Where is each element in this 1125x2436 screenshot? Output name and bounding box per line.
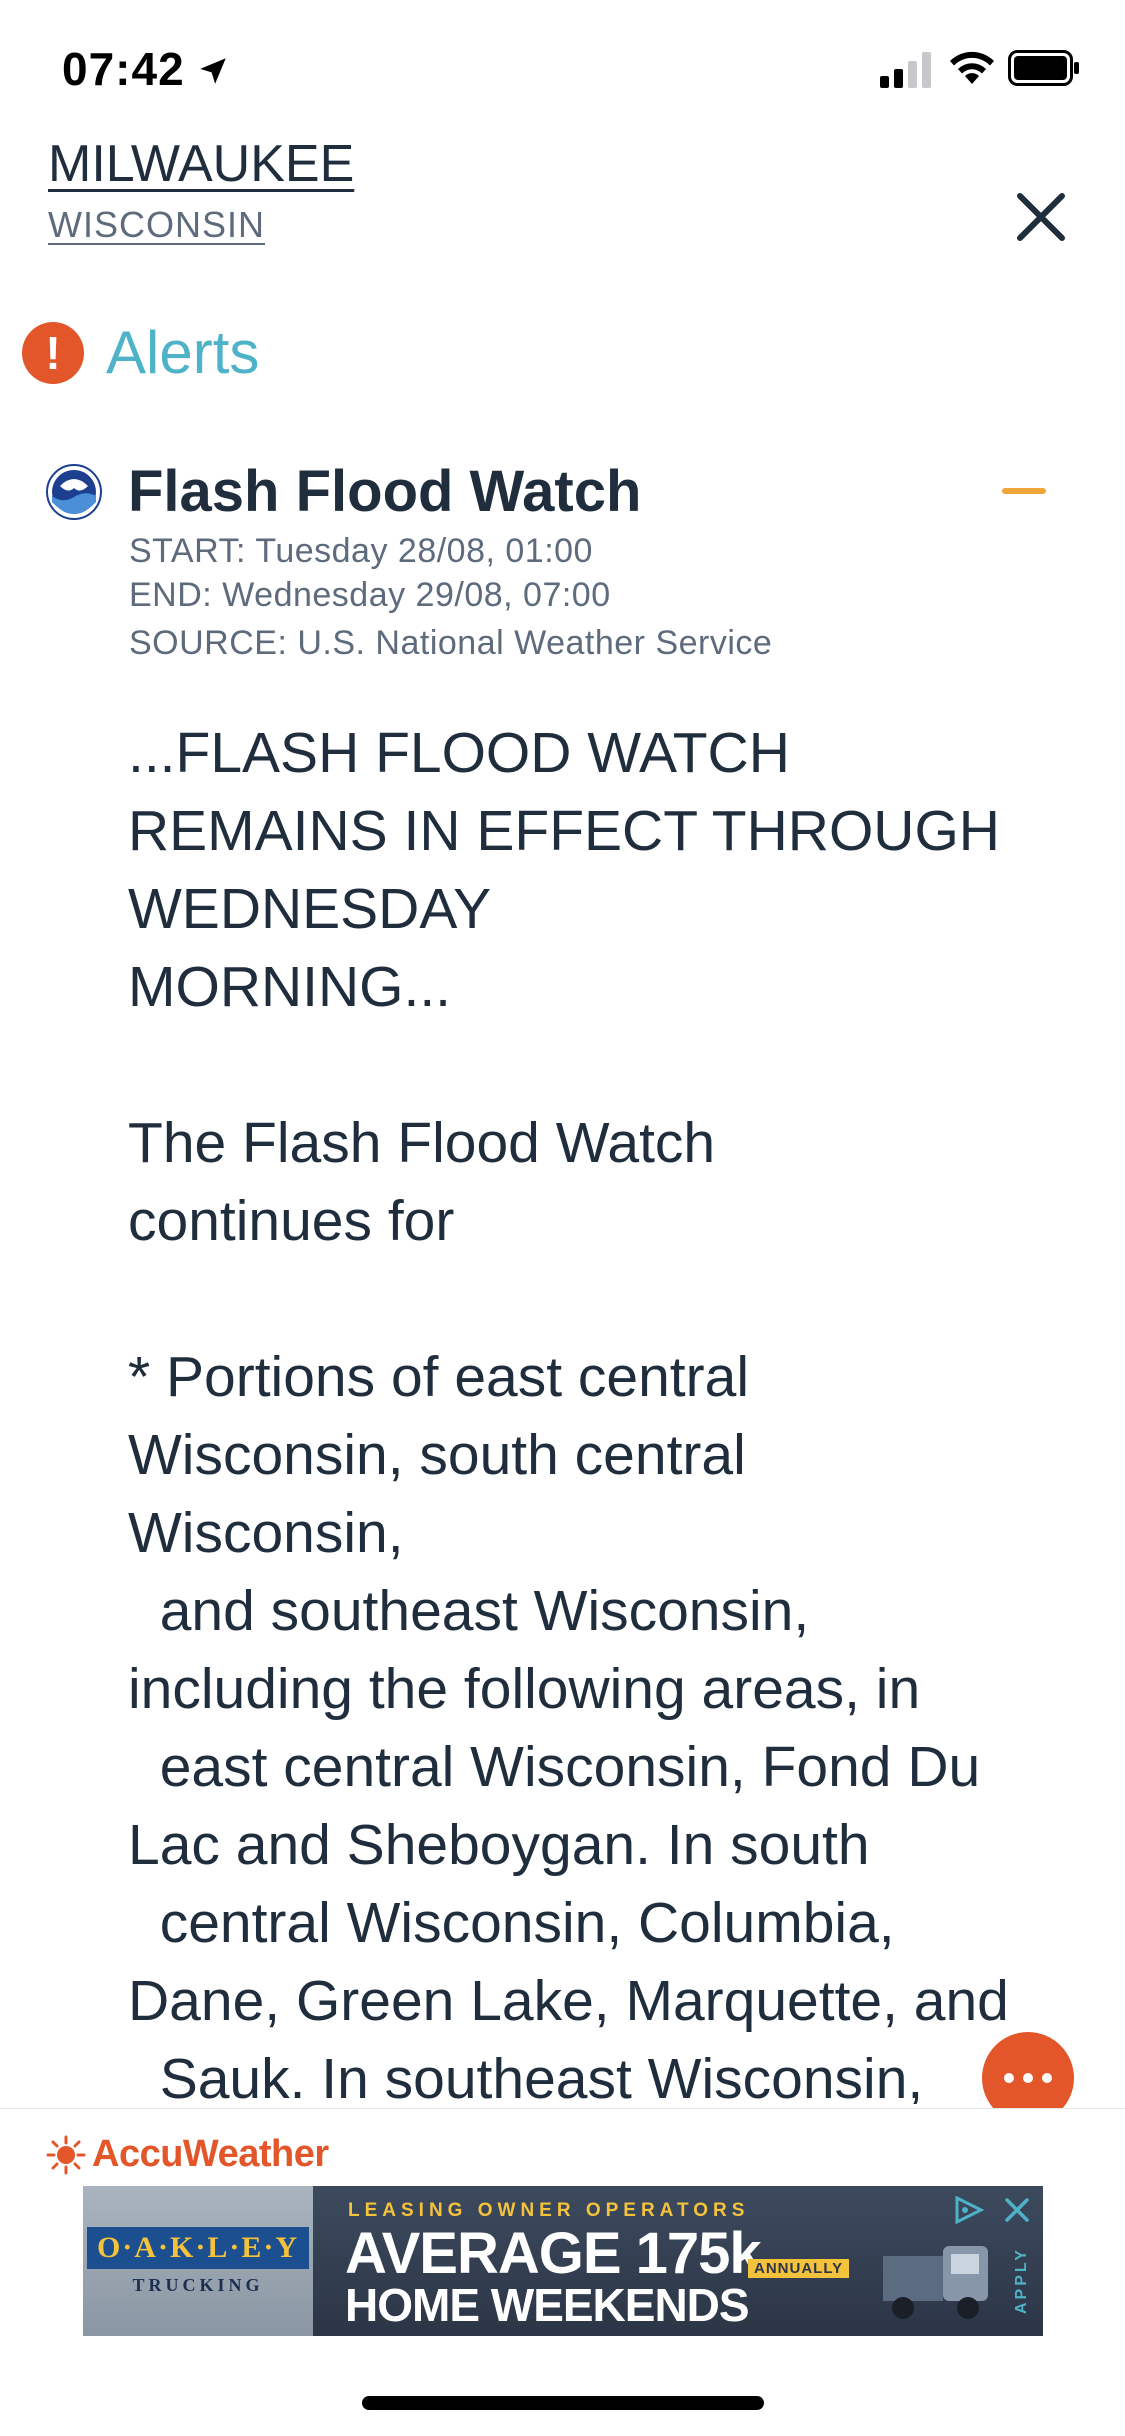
ad-subheadline: HOME WEEKENDS [345, 2279, 750, 2331]
alerts-heading: Alerts [106, 319, 260, 386]
cellular-signal-icon [880, 52, 931, 88]
wifi-icon [950, 51, 994, 84]
ad-brand: O·A·K·L·E·Y [86, 2226, 310, 2269]
alert-body-paragraph: * Portions of east central Wisconsin, so… [128, 1345, 1009, 2104]
alert-source: SOURCE: U.S. National Weather Service [129, 624, 773, 662]
ad-apply-label: APPLY [1013, 2247, 1030, 2315]
alert-title: Flash Flood Watch [128, 459, 642, 524]
adchoices-icon[interactable] [951, 2194, 987, 2226]
alert-start-time: START: Tuesday 28/08, 01:00 [129, 532, 593, 570]
ad-logo-panel: O·A·K·L·E·Y TRUCKING [83, 2186, 313, 2336]
battery-icon [1008, 50, 1079, 86]
alert-body: ...FLASH FLOOD WATCH REMAINS IN EFFECT T… [128, 714, 1058, 2104]
alert-body-paragraph: The Flash Flood Watch continues for [128, 1111, 716, 1253]
status-time: 07:42 [62, 43, 185, 95]
close-icon[interactable] [1010, 186, 1072, 248]
alert-body-paragraph: ...FLASH FLOOD WATCH REMAINS IN EFFECT T… [128, 721, 1000, 1019]
advertisement-banner[interactable]: O·A·K·L·E·Y TRUCKING LEASING OWNER OPERA… [83, 2186, 1043, 2336]
footer: AccuWeather O·A·K·L·E·Y TRUCKING LEASING… [0, 2108, 1125, 2436]
ad-tagline: LEASING OWNER OPERATORS [348, 2200, 750, 2221]
collapse-button[interactable] [1002, 488, 1046, 494]
alert-end-time: END: Wednesday 29/08, 07:00 [129, 576, 611, 614]
ad-close-icon[interactable] [1001, 2194, 1033, 2226]
ad-annual-badge: ANNUALLY [748, 2259, 850, 2278]
accuweather-sun-icon [46, 2135, 86, 2175]
status-bar: 07:42 [0, 0, 1125, 135]
location-arrow-icon [200, 58, 226, 84]
truck-icon [883, 2246, 988, 2319]
ad-headline: AVERAGE 175k [345, 2221, 762, 2286]
ad-brand-sub: TRUCKING [132, 2274, 264, 2295]
home-indicator[interactable] [362, 2396, 764, 2410]
city-link[interactable]: MILWAUKEE [48, 134, 354, 194]
state-link[interactable]: WISCONSIN [48, 204, 265, 246]
exclamation-icon: ! [22, 322, 84, 384]
dot-icon [1042, 2073, 1052, 2083]
dot-icon [1023, 2073, 1033, 2083]
accuweather-brand: AccuWeather [92, 2133, 329, 2175]
dot-icon [1004, 2073, 1014, 2083]
noaa-logo-icon [46, 464, 102, 520]
